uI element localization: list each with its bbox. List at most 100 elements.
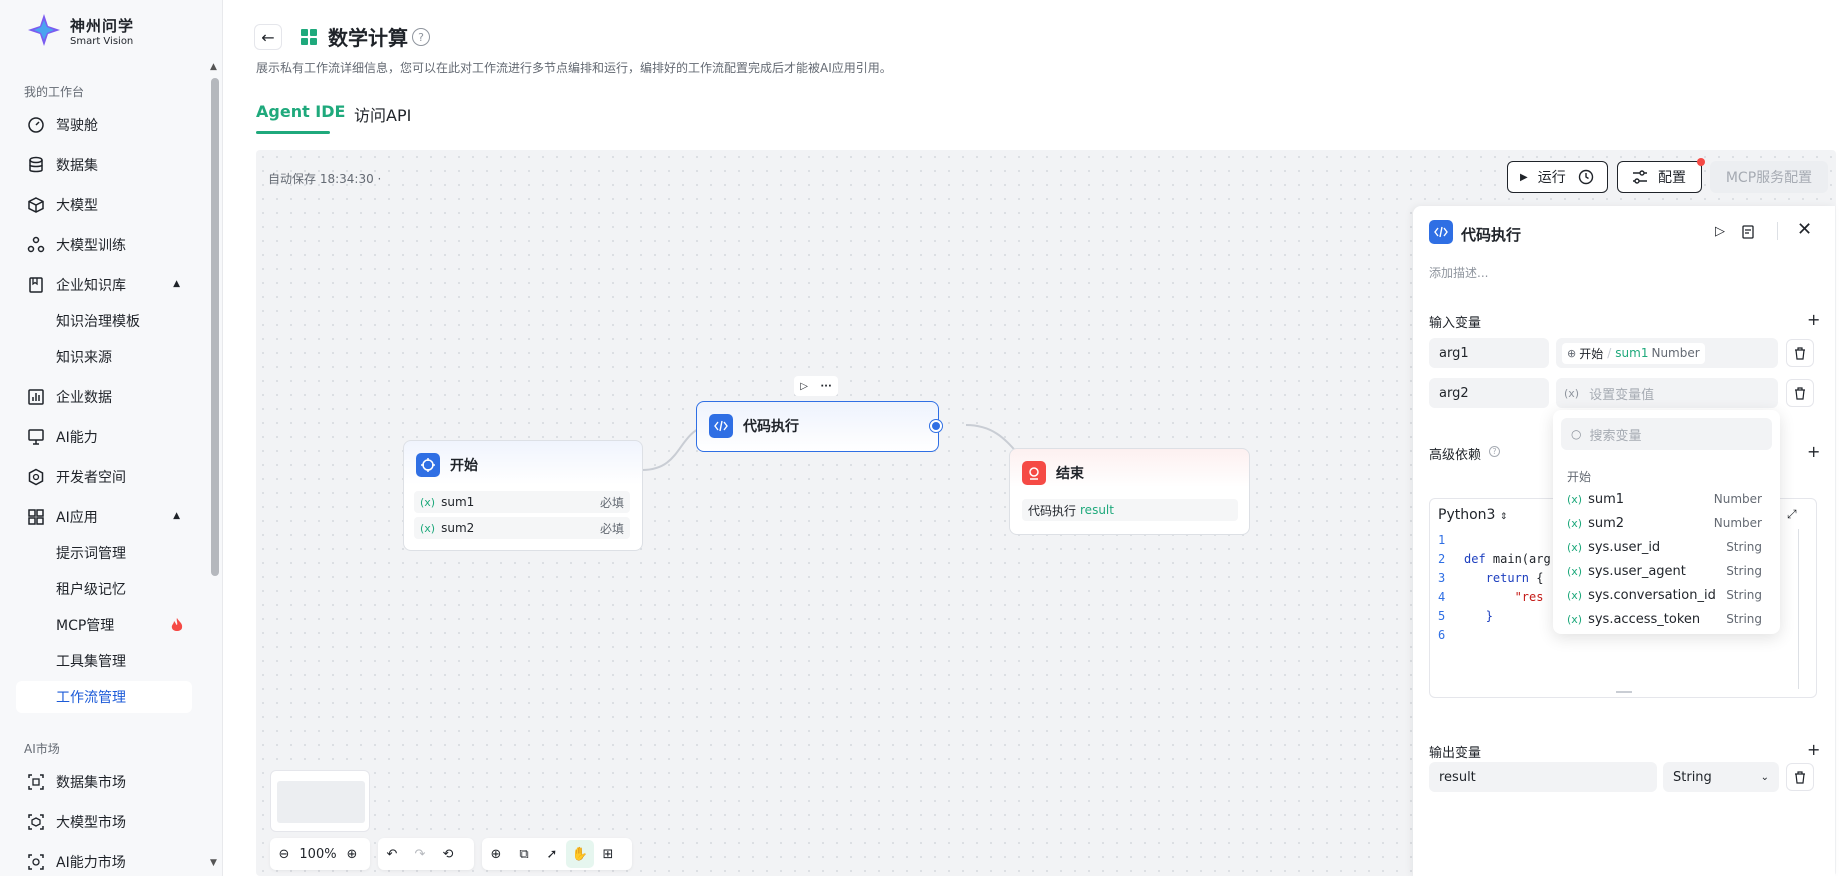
history-toolbar: ↶ ↷ ⟲	[378, 838, 474, 870]
grid-icon	[26, 507, 46, 527]
help-icon[interactable]: ?	[1489, 446, 1500, 457]
scroll-down-icon[interactable]: ▼	[210, 858, 217, 868]
sidebar-sub-workflow[interactable]: 工作流管理	[16, 681, 192, 713]
sidebar-item-ai-market[interactable]: AI能力市场	[16, 846, 192, 876]
sidebar-item-training[interactable]: 大模型训练	[16, 229, 192, 261]
tab-agent-ide[interactable]: Agent IDE	[256, 102, 345, 121]
language-select[interactable]: Python3 ⇕	[1438, 507, 1507, 523]
arg1-name-field[interactable]: arg1	[1429, 338, 1549, 368]
output-name-field[interactable]: result	[1429, 762, 1657, 792]
variable-search-input[interactable]: ○ 搜索变量	[1561, 418, 1772, 450]
zoom-toolbar: ⊖ 100% ⊕	[270, 838, 370, 870]
sidebar-sub-knowledge-template[interactable]: 知识治理模板	[16, 305, 192, 337]
mcp-service-config-button[interactable]: MCP服务配置	[1710, 161, 1828, 193]
sidebar-scrollbar[interactable]: ▲ ▼	[209, 62, 221, 870]
scrollbar-thumb[interactable]	[211, 78, 219, 576]
note-icon[interactable]: ⧉	[510, 840, 538, 868]
dropdown-item[interactable]: (x) sum1 Number	[1561, 488, 1772, 510]
chart-icon	[26, 387, 46, 407]
code-content[interactable]: 1 2 def main(arg 3 return { 4 "res 5 } 6	[1438, 531, 1551, 645]
arg2-name-field[interactable]: arg2	[1429, 378, 1549, 408]
run-history-icon[interactable]	[1578, 169, 1594, 185]
layout-icon[interactable]: ⊞	[594, 840, 622, 868]
collapse-caret-icon[interactable]: ▲	[173, 279, 180, 289]
sidebar-item-dataset[interactable]: 数据集	[16, 149, 192, 181]
sidebar-sub-memory[interactable]: 租户级记忆	[16, 573, 192, 605]
dropdown-item[interactable]: (x) sys.conversation_id String	[1561, 584, 1772, 606]
start-node-icon: ⊕	[1567, 346, 1577, 360]
sidebar-item-dataset-market[interactable]: 数据集市场	[16, 766, 192, 798]
input-vars-label: 输入变量	[1429, 316, 1482, 331]
node-end[interactable]: 结束 代码执行 result	[1009, 448, 1250, 535]
expand-icon[interactable]: ⤢	[1787, 507, 1797, 522]
output-type-select[interactable]: String ⌄	[1663, 762, 1779, 792]
chevron-down-icon: ⌄	[1760, 771, 1769, 783]
add-input-icon[interactable]: +	[1807, 310, 1820, 329]
sidebar-sub-prompt[interactable]: 提示词管理	[16, 537, 192, 569]
help-icon[interactable]: ?	[412, 28, 430, 46]
logo-mark-icon	[28, 14, 60, 46]
pointer-icon[interactable]: ➚	[538, 840, 566, 868]
search-icon: ○	[1571, 427, 1582, 441]
minimap[interactable]	[270, 770, 370, 832]
undo-icon[interactable]: ↶	[378, 840, 406, 868]
sidebar-item-model-market[interactable]: 大模型市场	[16, 806, 192, 838]
sidebar-item-enterprise-data[interactable]: 企业数据	[16, 381, 192, 413]
arg2-value-field[interactable]: (x) 设置变量值	[1556, 378, 1778, 408]
model-market-icon	[26, 812, 46, 832]
add-node-port[interactable]	[930, 420, 942, 432]
delete-output-icon[interactable]	[1786, 763, 1814, 791]
more-icon[interactable]: ···	[820, 381, 831, 392]
close-icon[interactable]: ✕	[1797, 219, 1812, 240]
sidebar-sub-toolset[interactable]: 工具集管理	[16, 645, 192, 677]
dropdown-item[interactable]: (x) sum2 Number	[1561, 512, 1772, 534]
start-var-sum1: (x) sum1 必填	[414, 491, 630, 513]
add-dependency-icon[interactable]: +	[1807, 442, 1820, 461]
document-icon[interactable]	[1742, 225, 1754, 239]
database-icon	[26, 155, 46, 175]
node-code-exec[interactable]: 代码执行	[696, 401, 942, 452]
monitor-icon	[26, 427, 46, 447]
sidebar-sub-knowledge-source[interactable]: 知识来源	[16, 341, 192, 373]
sidebar-item-model[interactable]: 大模型	[16, 189, 192, 221]
config-button[interactable]: 配置	[1617, 158, 1705, 193]
page-title: 数学计算	[328, 26, 408, 50]
sidebar-item-ai-app[interactable]: AI应用 ▲	[16, 501, 192, 533]
scroll-up-icon[interactable]: ▲	[210, 62, 217, 72]
dropdown-item[interactable]: (x) sys.access_token String	[1561, 608, 1772, 630]
zoom-in-icon[interactable]: ⊕	[338, 840, 366, 868]
sidebar-item-dashboard[interactable]: 驾驶舱	[16, 109, 192, 141]
dropdown-item[interactable]: (x) sys.user_id String	[1561, 536, 1772, 558]
resize-handle[interactable]	[1616, 691, 1632, 693]
zoom-out-icon[interactable]: ⊖	[270, 840, 298, 868]
delete-arg2-icon[interactable]	[1786, 379, 1814, 407]
back-button[interactable]: ←	[254, 24, 282, 50]
redo-icon[interactable]: ↷	[406, 840, 434, 868]
end-node-icon	[1022, 461, 1046, 485]
editor-scrollbar[interactable]	[1798, 529, 1799, 689]
variable-icon: (x)	[420, 521, 436, 535]
add-output-icon[interactable]: +	[1807, 740, 1820, 759]
zoom-level[interactable]: 100%	[298, 847, 338, 862]
node-start[interactable]: 开始 (x) sum1 必填 (x) sum2 必填	[403, 440, 643, 551]
sidebar-sub-mcp[interactable]: MCP管理	[16, 609, 192, 641]
sidebar-item-knowledge[interactable]: 企业知识库 ▲	[16, 269, 192, 301]
arg1-value-field[interactable]: ⊕ 开始 / sum1 Number	[1556, 338, 1778, 368]
sidebar-item-ai-ability[interactable]: AI能力	[16, 421, 192, 453]
tab-access-api[interactable]: 访问API	[354, 102, 411, 126]
dropdown-item[interactable]: (x) sys.user_agent String	[1561, 560, 1772, 582]
brand-name: 神州问学	[70, 17, 135, 35]
run-button[interactable]: ▶ 运行	[1507, 161, 1608, 193]
add-node-icon[interactable]: ⊕	[482, 840, 510, 868]
delete-arg1-icon[interactable]	[1786, 339, 1814, 367]
sidebar-item-developer[interactable]: 开发者空间	[16, 461, 192, 493]
collapse-caret-icon[interactable]: ▲	[173, 511, 180, 521]
cube-icon	[26, 195, 46, 215]
output-vars-label: 输出变量	[1429, 746, 1482, 761]
panel-description[interactable]: 添加描述...	[1429, 264, 1488, 281]
brand-logo[interactable]: 神州问学 Smart Vision	[22, 8, 182, 52]
node-run-icon[interactable]: ▷	[800, 381, 808, 392]
panel-run-icon[interactable]: ▷	[1715, 224, 1725, 239]
hand-icon[interactable]: ✋	[566, 840, 594, 868]
history-icon[interactable]: ⟲	[434, 840, 462, 868]
